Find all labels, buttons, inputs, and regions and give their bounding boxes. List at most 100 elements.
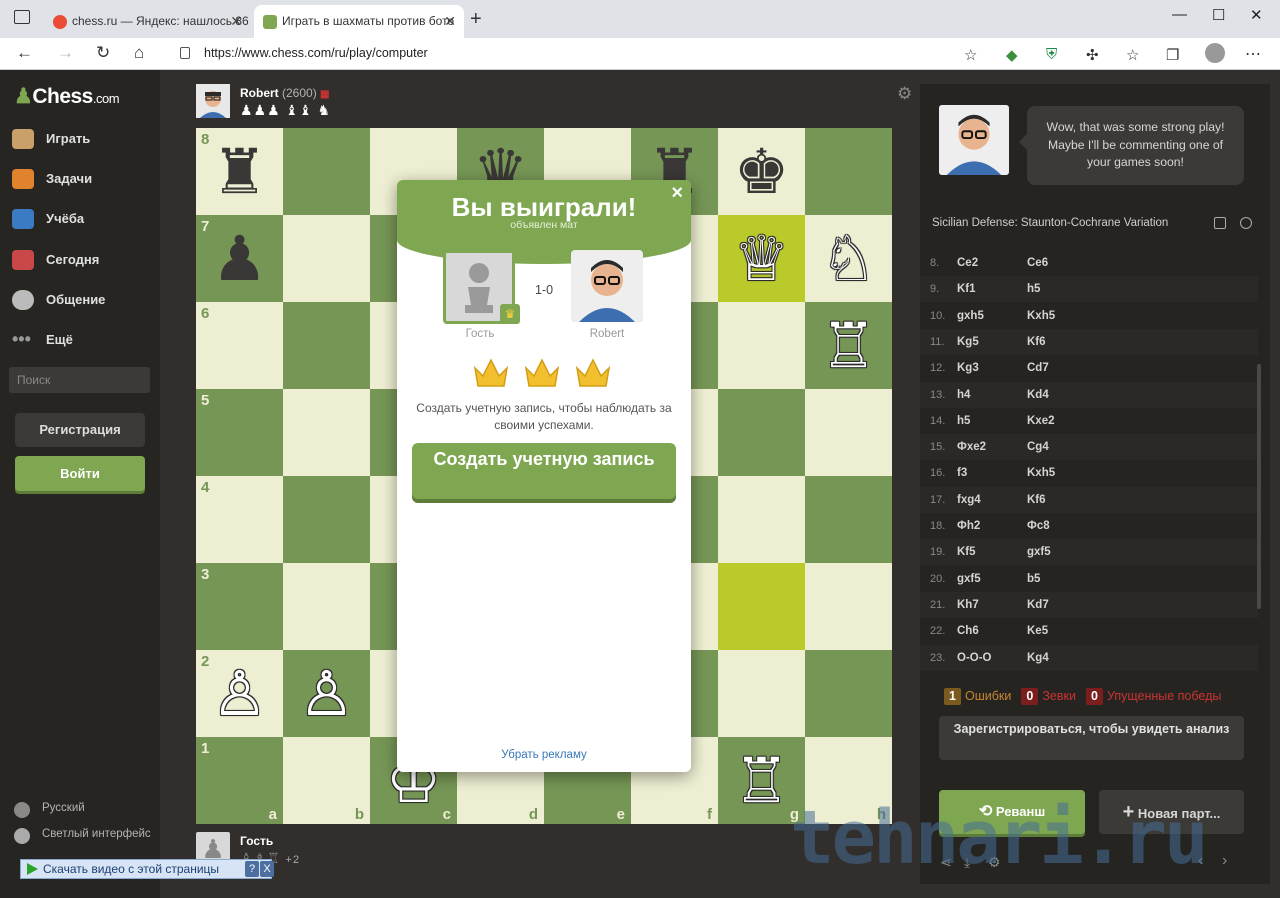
white-move[interactable]: Kf1 [957,283,976,295]
square-g6[interactable] [718,302,805,389]
minimize-icon[interactable]: — [1172,6,1187,23]
square-g5[interactable] [718,389,805,476]
collections-icon[interactable]: ❐ [1166,46,1179,64]
close-icon[interactable]: ✕ [444,5,456,38]
white-move[interactable]: gxf5 [957,573,981,585]
square-h2[interactable] [805,650,892,737]
piece-g8[interactable]: ♚ [718,128,805,215]
square-b7[interactable] [283,215,370,302]
extension-icon[interactable]: ◆ [1006,46,1018,64]
language-link[interactable]: Русский [14,802,85,818]
opening-name[interactable]: Sicilian Defense: Staunton-Cochrane Vari… [932,217,1168,229]
square-h8[interactable] [805,128,892,215]
white-move[interactable]: Ce2 [957,257,978,269]
square-a5[interactable]: 5 [196,389,283,476]
black-move[interactable]: Kxh5 [1027,467,1055,479]
register-button[interactable]: Регистрация [15,413,145,447]
black-move[interactable]: Ce6 [1027,257,1048,269]
black-move[interactable]: Kf6 [1027,494,1046,506]
white-move[interactable]: Ch6 [957,625,979,637]
black-move[interactable]: Ke5 [1027,625,1048,637]
tab-chess[interactable]: Играть в шахматы против бото ✕ [254,5,464,38]
square-h4[interactable] [805,476,892,563]
piece-a7[interactable]: ♟ [196,215,283,302]
remove-ads-link[interactable]: Убрать рекламу [397,749,691,761]
nav-social[interactable]: Общение [10,285,150,315]
black-move[interactable]: Kg4 [1027,652,1049,664]
avatar[interactable] [196,84,230,118]
square-b8[interactable] [283,128,370,215]
extension-shield-icon[interactable]: ⛨ [1046,46,1057,63]
profile-avatar[interactable] [1205,43,1225,63]
scrollbar[interactable] [1257,364,1261,609]
download-video-bar[interactable]: Скачать видео с этой страницы ? X [20,859,274,879]
new-tab-icon[interactable]: + [470,8,482,31]
white-move[interactable]: Kg5 [957,336,979,348]
square-b4[interactable] [283,476,370,563]
black-move[interactable]: b5 [1027,573,1040,585]
black-move[interactable]: gxf5 [1027,546,1051,558]
nav-more[interactable]: ••• Ещё [10,325,150,355]
more-menu-icon[interactable]: ⋯ [1245,44,1261,64]
black-move[interactable]: Kxh5 [1027,310,1055,322]
square-g4[interactable] [718,476,805,563]
square-h5[interactable] [805,389,892,476]
square-b5[interactable] [283,389,370,476]
black-move[interactable]: h5 [1027,283,1040,295]
white-move[interactable]: h5 [957,415,970,427]
black-move[interactable]: Cg4 [1027,441,1049,453]
timer-icon[interactable] [1240,217,1252,229]
square-a3[interactable]: 3 [196,563,283,650]
white-move[interactable]: Kf5 [957,546,976,558]
forward-icon[interactable]: → [57,43,74,63]
back-icon[interactable]: ← [16,43,33,63]
square-b1[interactable]: b [283,737,370,824]
white-move[interactable]: Kh7 [957,599,979,611]
piece-h6[interactable]: ♖ [805,302,892,389]
black-move[interactable]: Kd7 [1027,599,1049,611]
close-window-icon[interactable]: ✕ [1250,6,1263,24]
nav-puzzles[interactable]: Задачи [10,164,150,194]
piece-b2[interactable]: ♙ [283,650,370,737]
tab-actions-icon[interactable] [14,10,30,24]
square-b6[interactable] [283,302,370,389]
help-icon[interactable]: ? [245,861,259,877]
tab-yandex[interactable]: chess.ru — Яндекс: нашлось 86 ✕ [44,5,250,38]
square-h3[interactable] [805,563,892,650]
square-g3[interactable] [718,563,805,650]
login-button[interactable]: Войти [15,456,145,491]
create-account-button[interactable]: Создать учетную запись [412,443,676,499]
nav-learn[interactable]: Учёба [10,204,150,234]
square-a4[interactable]: 4 [196,476,283,563]
reload-icon[interactable]: ↻ [96,43,110,63]
settings-gear-icon[interactable]: ⚙ [897,84,912,104]
black-move[interactable]: Kxe2 [1027,415,1055,427]
white-move[interactable]: h4 [957,389,970,401]
white-move[interactable]: Фxe2 [957,441,986,453]
home-icon[interactable]: ⌂ [134,43,144,63]
square-b3[interactable] [283,563,370,650]
white-move[interactable]: f3 [957,467,967,479]
piece-h7[interactable]: ♘ [805,215,892,302]
player-name[interactable]: Гость [240,834,273,848]
search-input[interactable]: Поиск [9,367,150,393]
black-move[interactable]: Фc8 [1027,520,1050,532]
extensions-icon[interactable]: ✣ [1086,46,1099,64]
favorites-icon[interactable]: ☆ [1126,46,1139,64]
chess-logo[interactable]: ♟Chess.com [14,84,120,109]
favorite-add-icon[interactable]: ☆ [964,46,977,64]
close-icon[interactable]: ✕ [230,5,242,38]
piece-a2[interactable]: ♙ [196,650,283,737]
theme-link[interactable]: Светлый интерфейс [14,828,151,844]
nav-today[interactable]: Сегодня [10,245,150,275]
url-field[interactable]: https://www.chess.com/ru/play/computer [204,46,428,60]
book-icon[interactable] [1214,217,1226,229]
close-icon[interactable]: × [671,182,683,205]
black-move[interactable]: Cd7 [1027,362,1049,374]
white-move[interactable]: gxh5 [957,310,984,322]
white-move[interactable]: Kg3 [957,362,979,374]
piece-a8[interactable]: ♜ [196,128,283,215]
close-icon[interactable]: X [260,861,274,877]
analysis-signup-button[interactable]: Зарегистрироваться, чтобы увидеть анализ [939,716,1244,760]
square-a1[interactable]: 1a [196,737,283,824]
